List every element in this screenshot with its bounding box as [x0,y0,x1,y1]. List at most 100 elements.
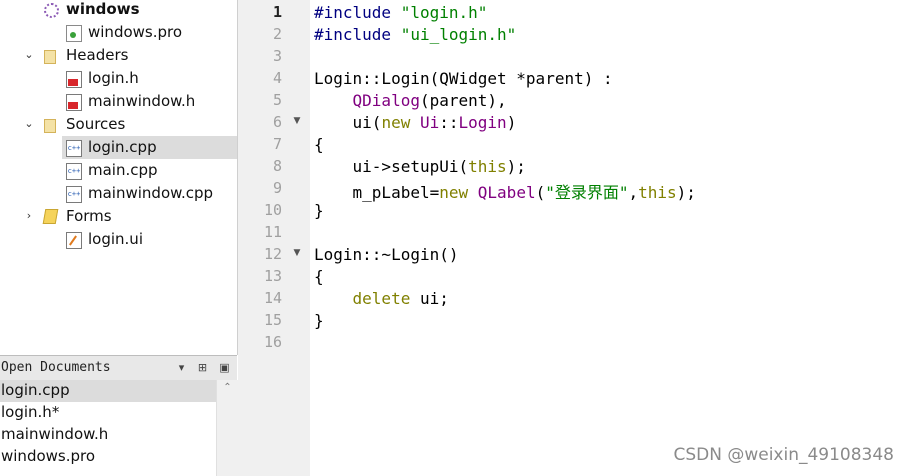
chevron-down-icon[interactable]: ⌄ [22,48,36,62]
open-document-label: login.h* [1,403,60,421]
tree-item-label: Headers [66,46,129,64]
code-line[interactable]: #include "login.h" [314,3,487,22]
code-line[interactable]: QDialog(parent), [314,91,507,110]
project-tree[interactable]: windows windows.pro ⌄ Headers login.h mainwin… [0,0,238,355]
tree-item-label: login.h [88,69,139,87]
tree-item[interactable]: mainwindow.h [0,90,237,113]
code-token: ui; [410,289,449,308]
line-number: 5 [272,91,282,109]
code-line[interactable]: } [314,201,324,220]
tree-item-label: windows.pro [88,23,183,41]
tree-item[interactable]: ⌄ Sources [0,113,237,136]
tree-item-label: login.ui [88,230,143,248]
open-document-item[interactable]: mainwindow.h [0,424,216,446]
code-token: ( [535,183,546,202]
open-document-item[interactable]: windows.pro [0,446,216,468]
code-line[interactable]: ui->setupUi(this); [314,157,526,176]
tree-item-label: Sources [66,115,126,133]
split-icon[interactable]: ⊞ [195,360,210,375]
code-token: Login::~Login() [314,245,459,264]
qt-project-icon [44,3,59,18]
close-pane-icon[interactable]: ▣ [217,360,232,375]
code-editor[interactable]: #include "login.h" #include "ui_login.h" L… [310,0,908,476]
scrollbar[interactable]: ⌃ [216,380,238,476]
code-token: :: [439,113,459,132]
tree-item[interactable]: c++ login.cpp [62,136,237,159]
line-number-gutter: 1 2 3 4 5 6 ▼ 7 8 9 10 11 12 ▼ 13 14 15 16 [238,0,310,476]
code-token: Login::Login(QWidget *parent) : [314,69,613,88]
code-token: delete [352,289,411,308]
fold-marker-icon[interactable]: ▼ [292,116,302,126]
tree-item[interactable]: › Forms [0,205,237,228]
tree-item[interactable]: login.ui [0,228,237,251]
cpp-file-icon: c++ [66,186,82,203]
line-number: 14 [263,289,282,307]
code-token: { [314,135,324,154]
open-document-label: windows.pro [1,447,96,465]
code-token: new [381,113,411,132]
code-line[interactable]: delete ui; [314,289,449,308]
tree-item[interactable]: windows.pro [0,21,237,44]
ui-file-icon [66,232,82,249]
code-line[interactable]: { [314,135,324,154]
code-token: } [314,201,324,220]
line-number: 6 [272,113,282,131]
code-token: QDialog [352,91,420,110]
code-line[interactable]: } [314,311,324,330]
code-token: ui( [314,113,382,132]
folder-sources-icon [44,119,56,133]
line-number: 16 [263,333,282,351]
pro-file-icon [66,25,82,42]
tree-item[interactable]: c++ mainwindow.cpp [0,182,237,205]
code-token: Ui [419,113,440,132]
code-token: Login [458,113,507,132]
scroll-up-icon[interactable]: ⌃ [221,382,234,395]
chevron-down-icon[interactable]: ⌄ [22,117,36,131]
code-line[interactable]: Login::~Login() [314,245,459,264]
tree-item-label: mainwindow.cpp [88,184,214,202]
open-documents-list[interactable]: login.cpp login.h* mainwindow.h windows.pro [0,380,216,476]
code-token: ui->setupUi( [314,157,469,176]
code-token: "ui_login.h" [400,25,517,44]
code-line[interactable]: m_pLabel=new QLabel("登录界面",this); [314,179,696,203]
code-line[interactable]: { [314,267,324,286]
dropdown-icon[interactable]: ▾ [174,360,189,375]
open-document-label: mainwindow.h [1,425,109,443]
tree-item-label: login.cpp [88,138,157,156]
code-line[interactable]: ui(new Ui::Login) [314,113,517,132]
open-documents-title: Open Documents [1,360,111,375]
tree-item-label: mainwindow.h [88,92,196,110]
code-token: ); [506,157,526,176]
code-token: "登录界面" [545,183,629,202]
code-token: #include [314,25,401,44]
code-line[interactable]: Login::Login(QWidget *parent) : [314,69,613,88]
open-document-item[interactable]: login.h* [0,402,216,424]
line-number: 8 [272,157,282,175]
tree-item-label: main.cpp [88,161,158,179]
code-token: "login.h" [400,3,488,22]
code-token: (parent), [419,91,507,110]
tree-item[interactable]: c++ main.cpp [0,159,237,182]
code-token: this [468,157,507,176]
code-token: , [628,183,639,202]
header-file-icon [66,71,82,88]
code-token: } [314,311,324,330]
forms-folder-icon [42,209,59,224]
line-number: 1 [272,3,282,21]
tree-item-label: Forms [66,207,112,225]
code-token: ); [676,183,696,202]
code-token: #include [314,3,401,22]
chevron-right-icon[interactable]: › [22,209,36,223]
open-document-item[interactable]: login.cpp [0,380,216,402]
fold-marker-icon[interactable]: ▼ [292,248,302,258]
tree-item[interactable]: login.h [0,67,237,90]
tree-item[interactable]: ⌄ Headers [0,44,237,67]
code-line[interactable]: #include "ui_login.h" [314,25,516,44]
line-number: 7 [272,135,282,153]
tree-item[interactable]: windows [0,0,237,21]
open-documents-header: Open Documents ▾ ⊞ ▣ [0,355,237,381]
code-token: m_pLabel= [314,183,440,202]
